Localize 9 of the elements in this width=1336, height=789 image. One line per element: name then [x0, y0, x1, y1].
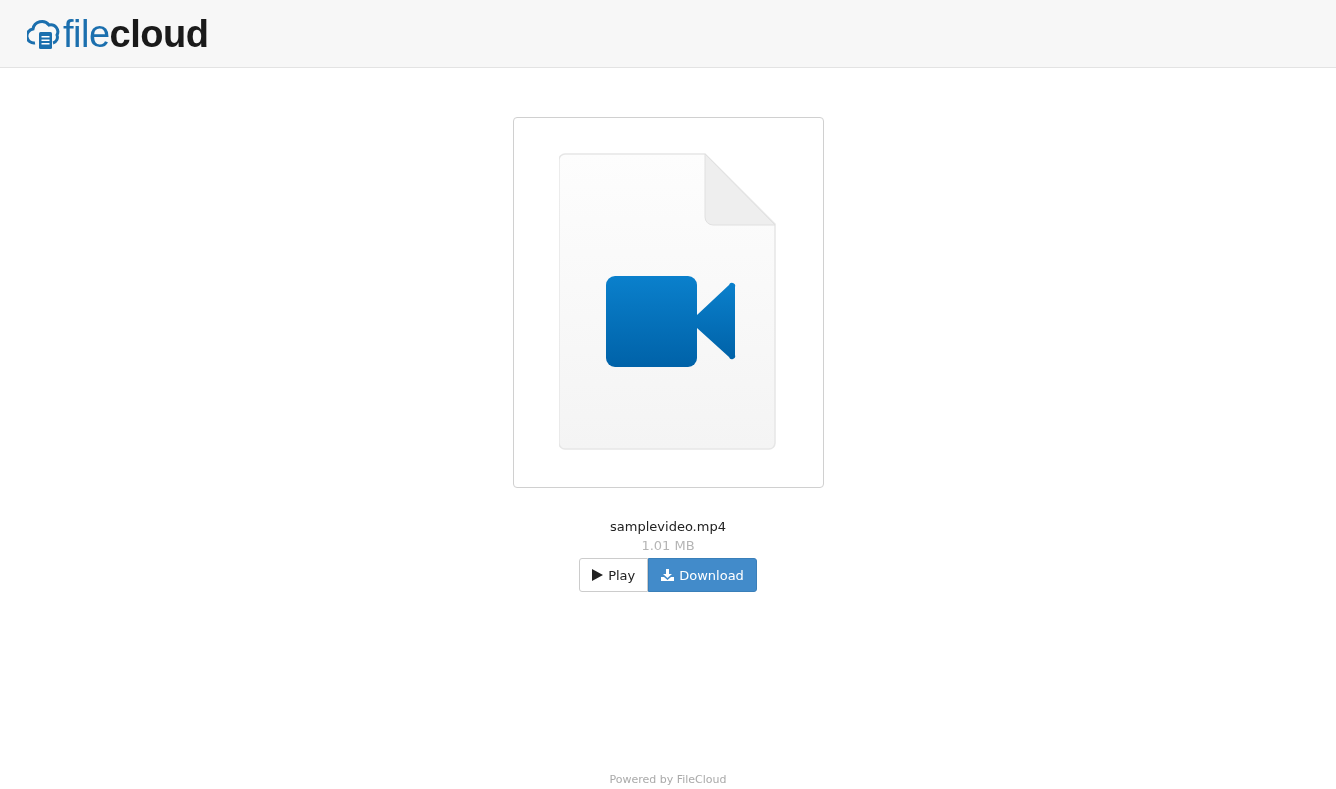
- footer-text: Powered by FileCloud: [609, 773, 727, 788]
- download-icon: [661, 569, 675, 581]
- file-name: samplevideo.mp4: [610, 519, 726, 534]
- logo-text: filecloud: [63, 14, 209, 53]
- play-button[interactable]: Play: [579, 558, 649, 592]
- download-button[interactable]: Download: [648, 558, 757, 592]
- file-size: 1.01 MB: [641, 538, 695, 553]
- video-file-icon: [559, 153, 777, 451]
- play-icon: [592, 569, 604, 581]
